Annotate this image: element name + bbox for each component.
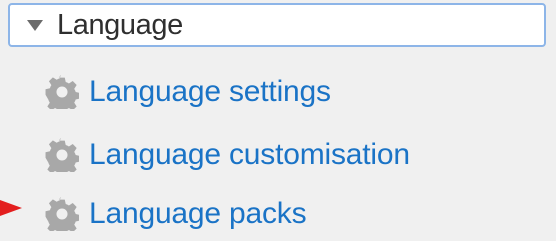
language-menu-panel: Language Language settings Language cust…	[0, 0, 556, 241]
gear-icon	[45, 138, 79, 172]
section-title: Language	[57, 8, 183, 41]
menu-item-language-settings[interactable]: Language settings	[45, 71, 331, 113]
menu-item-label: Language customisation	[89, 138, 410, 171]
gear-icon	[45, 75, 79, 109]
caret-down-icon	[27, 20, 43, 31]
language-section-header[interactable]: Language	[8, 3, 546, 47]
menu-item-language-packs[interactable]: Language packs	[45, 193, 307, 235]
menu-item-language-customisation[interactable]: Language customisation	[45, 134, 410, 176]
gear-icon	[45, 197, 79, 231]
menu-item-label: Language settings	[89, 75, 331, 108]
menu-item-label: Language packs	[89, 197, 307, 230]
red-pointer-arrow-icon	[0, 193, 30, 223]
